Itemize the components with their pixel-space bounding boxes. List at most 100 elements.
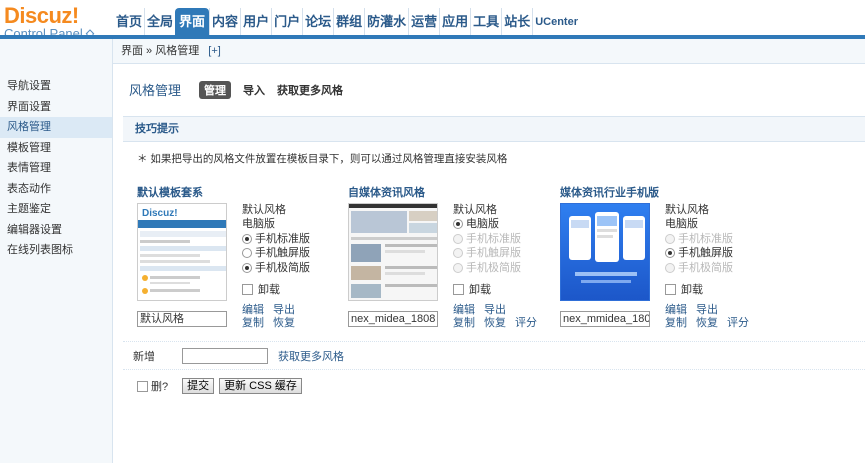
submit-button[interactable]: 提交 (182, 378, 215, 394)
sidebar-item-4[interactable]: 表情管理 (0, 158, 112, 179)
uninstall-checkbox[interactable] (242, 283, 253, 295)
tab-get-more[interactable]: 获取更多风格 (277, 82, 343, 98)
option-pc[interactable]: 电脑版 (242, 217, 310, 232)
radio-button (453, 262, 463, 273)
add-shortcut-button[interactable]: [+] (208, 45, 221, 57)
delete-toggle[interactable]: 删? (137, 378, 168, 394)
radio-button[interactable] (665, 248, 675, 259)
style-preview-default[interactable]: Discuz! (137, 203, 227, 301)
restore-link[interactable]: 恢复 (696, 317, 718, 330)
divider (123, 341, 865, 342)
export-link[interactable]: 导出 (484, 304, 506, 317)
nav-item-10[interactable]: 应用 (439, 8, 470, 36)
option-mobile-lite: 手机极简版 (665, 261, 733, 276)
uninstall-toggle[interactable]: 卸载 (665, 281, 703, 297)
client-options: 默认风格 电脑版 手机标准版 手机触屏版 手机极简版 (665, 204, 733, 275)
nav-item-8[interactable]: 防灌水 (364, 8, 408, 36)
sidebar-item-5[interactable]: 表态动作 (0, 179, 112, 200)
option-mobile-standard: 手机标准版 (453, 232, 521, 247)
radio-button (665, 262, 675, 273)
style-name-input[interactable]: nex_mmidea_180 (560, 311, 650, 327)
svg-text:Discuz!: Discuz! (142, 208, 178, 219)
sidebar-item-3[interactable]: 模板管理 (0, 138, 112, 159)
client-options: 默认风格 电脑版 手机标准版 手机触屏版 手机极简版 (453, 204, 521, 275)
top-nav: 首页 全局 界面 内容 用户 门户 论坛 群组 防灌水 运营 应用 工具 站长 UCenter (114, 8, 580, 36)
copy-link[interactable]: 复制 (242, 317, 264, 330)
nav-item-12[interactable]: 站长 (501, 8, 532, 36)
sidebar-item-0[interactable]: 导航设置 (0, 76, 112, 97)
style-card-default: 默认模板套系 Discuz! 默认风格 电脑版 手机标准版 手机触屏版 手机极简… (137, 184, 347, 334)
radio-button (665, 233, 675, 244)
style-actions: 编辑 导出 复制 恢复 (242, 304, 295, 330)
uninstall-toggle[interactable]: 卸载 (242, 281, 280, 297)
tab-import[interactable]: 导入 (243, 82, 265, 98)
add-label: 新增 (133, 351, 155, 363)
nav-item-9[interactable]: 运营 (408, 8, 439, 36)
restore-link[interactable]: 恢复 (273, 317, 295, 330)
nav-item-13[interactable]: UCenter (532, 8, 580, 36)
style-title: 自媒体资讯风格 (348, 187, 425, 199)
option-pc[interactable]: 电脑版 (665, 217, 733, 232)
option-mobile-lite[interactable]: 手机极简版 (242, 261, 310, 276)
style-title: 媒体资讯行业手机版 (560, 187, 659, 199)
export-link[interactable]: 导出 (696, 304, 718, 317)
style-name-input[interactable]: nex_midea_1808 (348, 311, 438, 327)
uninstall-toggle[interactable]: 卸载 (453, 281, 491, 297)
export-link[interactable]: 导出 (273, 304, 295, 317)
default-style-label: 默认风格 (453, 204, 497, 216)
radio-button (453, 233, 463, 244)
restore-link[interactable]: 恢复 (484, 317, 506, 330)
submit-row: 删? 提交 更新 CSS 缓存 (137, 378, 307, 394)
style-preview-mmidea[interactable] (560, 203, 650, 301)
sidebar-item-7[interactable]: 编辑器设置 (0, 220, 112, 241)
copy-link[interactable]: 复制 (665, 317, 687, 330)
nav-item-2[interactable]: 界面 (175, 8, 210, 36)
logo-title: Discuz! (4, 3, 79, 28)
sidebar-item-8[interactable]: 在线列表图标 (0, 240, 112, 261)
radio-button[interactable] (453, 219, 463, 230)
option-mobile-standard[interactable]: 手机标准版 (242, 232, 310, 247)
get-more-styles-link[interactable]: 获取更多风格 (278, 348, 344, 364)
nav-item-7[interactable]: 群组 (333, 8, 364, 36)
radio-button[interactable] (242, 233, 252, 244)
edit-link[interactable]: 编辑 (242, 304, 264, 317)
sidebar-item-1[interactable]: 界面设置 (0, 97, 112, 118)
nav-item-3[interactable]: 内容 (209, 8, 240, 36)
copy-link[interactable]: 复制 (453, 317, 475, 330)
sidebar-item-6[interactable]: 主题鉴定 (0, 199, 112, 220)
rate-link[interactable]: 评分 (727, 317, 749, 330)
nav-item-6[interactable]: 论坛 (302, 8, 333, 36)
nav-item-5[interactable]: 门户 (271, 8, 302, 36)
edit-link[interactable]: 编辑 (665, 304, 687, 317)
style-card-mmidea: 媒体资讯行业手机版 默认风格 电脑版 手机标准版 手机触屏版 手机极简版 卸载 … (560, 184, 770, 334)
option-mobile-standard: 手机标准版 (665, 232, 733, 247)
style-actions: 编辑 导出 复制 恢复 评分 (453, 304, 537, 330)
breadcrumb-text: 界面 » 风格管理 (121, 45, 200, 57)
option-mobile-touch[interactable]: 手机触屏版 (242, 246, 310, 261)
tab-manage[interactable]: 管理 (199, 80, 232, 99)
style-actions: 编辑 导出 复制 恢复 评分 (665, 304, 749, 330)
nav-item-0[interactable]: 首页 (114, 8, 144, 36)
style-preview-midea[interactable] (348, 203, 438, 301)
radio-button[interactable] (242, 248, 252, 259)
refresh-css-button[interactable]: 更新 CSS 缓存 (219, 378, 302, 394)
default-style-label: 默认风格 (242, 204, 286, 216)
divider (123, 369, 865, 370)
delete-checkbox[interactable] (137, 380, 148, 392)
rate-link[interactable]: 评分 (515, 317, 537, 330)
nav-item-1[interactable]: 全局 (144, 8, 175, 36)
nav-item-11[interactable]: 工具 (470, 8, 501, 36)
option-mobile-touch[interactable]: 手机触屏版 (665, 246, 733, 261)
sidebar-item-2[interactable]: 风格管理 (0, 117, 112, 138)
nav-item-4[interactable]: 用户 (240, 8, 271, 36)
default-style-label: 默认风格 (665, 204, 709, 216)
option-pc[interactable]: 电脑版 (453, 217, 521, 232)
style-name-input[interactable]: 默认风格 (137, 311, 227, 327)
new-style-input[interactable] (182, 348, 268, 364)
edit-link[interactable]: 编辑 (453, 304, 475, 317)
tip-text: ＊ 如果把导出的风格文件放置在模板目录下，则可以通过风格管理直接安装风格 (137, 153, 508, 165)
uninstall-checkbox[interactable] (453, 283, 464, 295)
uninstall-checkbox[interactable] (665, 283, 676, 295)
radio-button[interactable] (242, 262, 252, 273)
radio-button (453, 248, 463, 259)
